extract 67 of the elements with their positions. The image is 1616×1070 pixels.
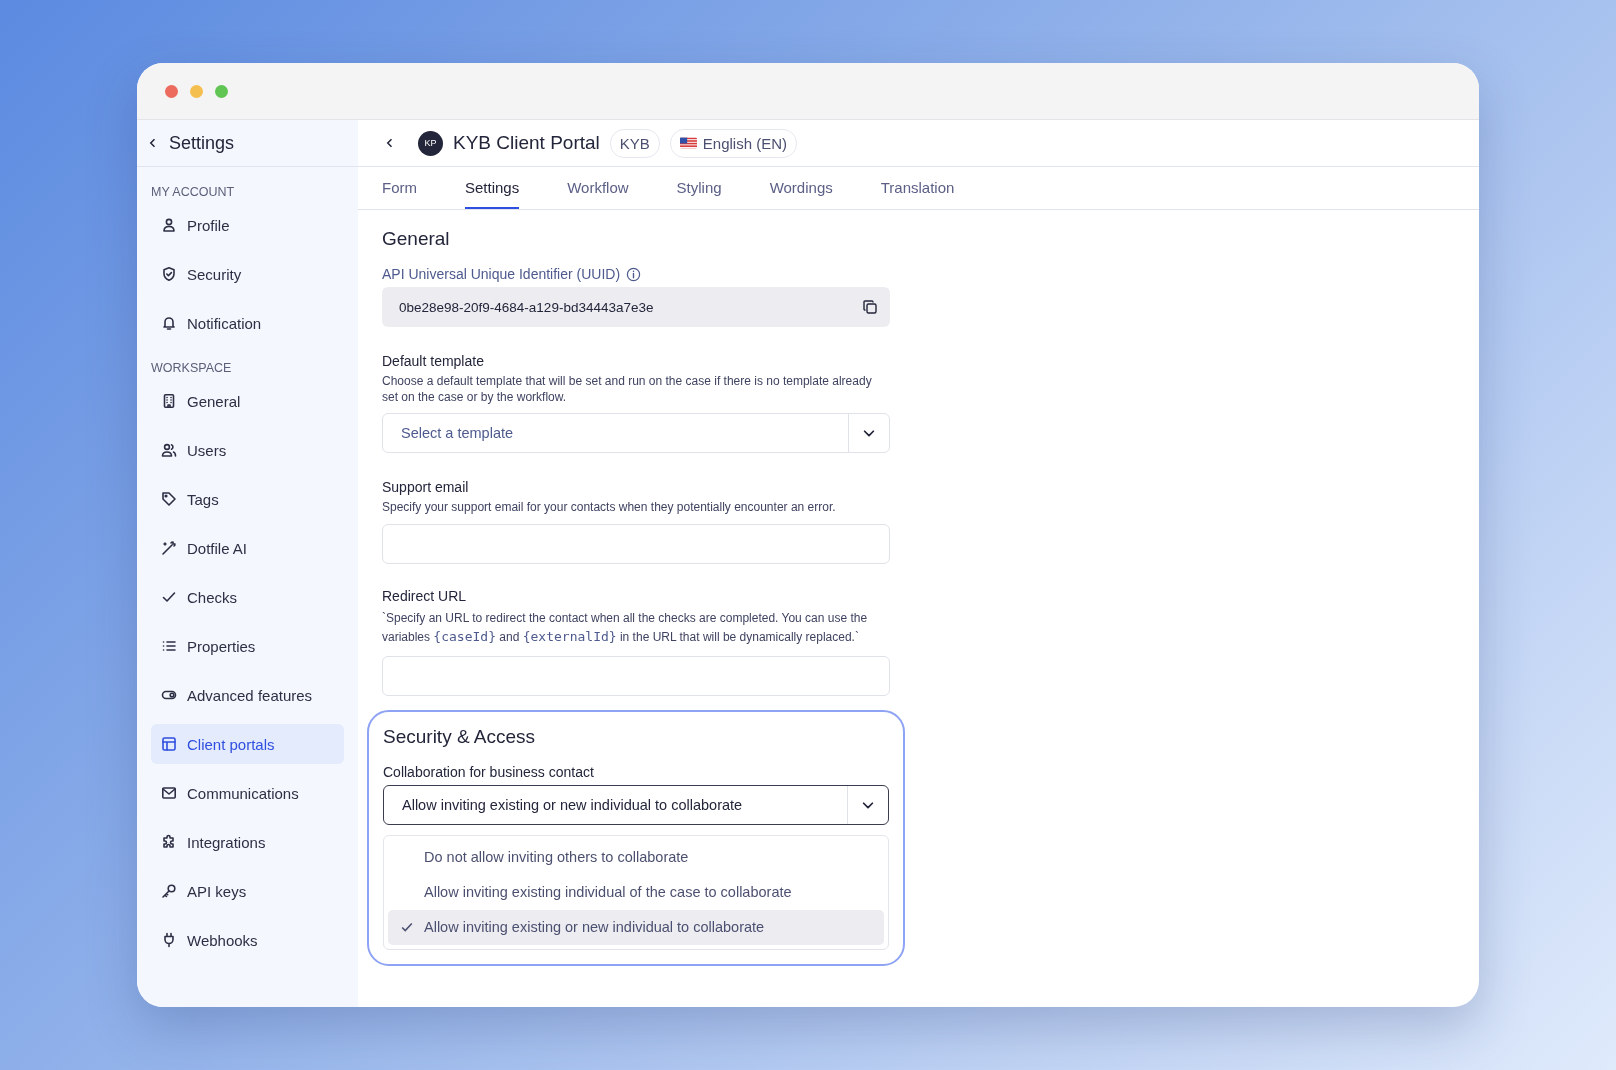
sidebar-item[interactable]: Users: [151, 430, 344, 470]
field-label: Support email: [382, 479, 470, 496]
sidebar-item[interactable]: Security: [151, 254, 344, 294]
info-icon[interactable]: [626, 266, 642, 282]
sidebar-item[interactable]: General: [151, 381, 344, 421]
window-control[interactable]: [165, 84, 178, 98]
sidebar-item[interactable]: API keys: [151, 871, 344, 911]
puzzle-icon: [161, 834, 177, 850]
sidebar-item[interactable]: Properties: [151, 626, 344, 666]
field-label: Collaboration for business contact: [383, 763, 595, 780]
envelope-icon: [161, 785, 177, 801]
layout-icon: [161, 736, 177, 752]
tab[interactable]: Wordings: [769, 167, 833, 209]
bell-icon: [161, 315, 177, 331]
check-icon: [161, 589, 177, 605]
sidebar-item[interactable]: Notification: [151, 303, 344, 343]
template-select[interactable]: Select a template: [382, 413, 890, 454]
window-control[interactable]: [190, 84, 203, 98]
key-icon: [161, 883, 177, 899]
users-icon: [161, 442, 177, 458]
field-label: Redirect URL: [382, 587, 468, 604]
window-control[interactable]: [215, 84, 228, 98]
tab[interactable]: Translation: [880, 167, 955, 209]
check-icon: [400, 920, 414, 934]
dropdown-option[interactable]: Allow inviting existing individual of the case to collaborate: [388, 874, 884, 910]
list-icon: [161, 638, 177, 654]
field-description: `Specify an URL to redirect the contact when all the checks are completed. You can use the variables {caseId} and {externalId} in the URL that will be dynamically replaced.`: [382, 609, 869, 647]
sidebar-item[interactable]: Advanced features: [151, 675, 344, 715]
shield-icon: [161, 266, 177, 282]
sidebar-item[interactable]: Communications: [151, 773, 344, 813]
tab[interactable]: Workflow: [567, 167, 629, 209]
dropdown-option[interactable]: Do not allow inviting others to collaborate: [388, 839, 884, 875]
tab[interactable]: Form: [382, 167, 417, 209]
input-field[interactable]: [382, 523, 890, 564]
sidebar-item[interactable]: Integrations: [151, 822, 344, 862]
sidebar-item[interactable]: Checks: [151, 577, 344, 617]
avatar: KP: [418, 130, 443, 156]
sidebar-title: Settings: [169, 132, 235, 154]
field-label: Default template: [382, 353, 485, 369]
flag-icon: [679, 137, 697, 149]
badge: English (EN): [669, 128, 797, 158]
sidebar-item[interactable]: Dotfile AI: [151, 528, 344, 568]
plug-icon: [161, 932, 177, 948]
sidebar-item[interactable]: Webhooks: [151, 920, 344, 960]
collaboration-select[interactable]: Allow inviting existing or new individual to collaborate: [383, 784, 889, 825]
uuid-field[interactable]: 0be28e98-20f9-4684-a129-bd34443a7e3e: [382, 287, 890, 327]
input-field[interactable]: [382, 655, 890, 696]
section-heading: WORKSPACE: [151, 361, 233, 375]
tab[interactable]: Styling: [676, 167, 722, 209]
badge: KYB: [609, 128, 660, 158]
section-title: General: [382, 228, 451, 250]
section-title: Security & Access: [383, 725, 537, 748]
field-label: API Universal Unique Identifier (UUID): [382, 266, 621, 282]
sidebar-item[interactable]: Profile: [151, 205, 344, 245]
sidebar-item[interactable]: Tags: [151, 479, 344, 519]
page-title: KYB Client Portal: [453, 132, 600, 154]
magic-wand-icon: [161, 540, 177, 556]
dropdown-option[interactable]: Allow inviting existing or new individual to collaborate: [388, 909, 884, 945]
person-icon: [161, 217, 177, 233]
building-icon: [161, 393, 177, 409]
tag-icon: [161, 491, 177, 507]
sidebar-item[interactable]: Client portals: [151, 724, 344, 764]
tab[interactable]: Settings: [465, 167, 520, 209]
field-description: Choose a default template that will be set and run on the case if there is no template already set on the case or by the workflow.: [382, 374, 873, 406]
copy-icon[interactable]: [862, 299, 878, 315]
section-heading: MY ACCOUNT: [151, 185, 236, 199]
field-description: Specify your support email for your contacts when they potentially encounter an error.: [382, 500, 837, 516]
